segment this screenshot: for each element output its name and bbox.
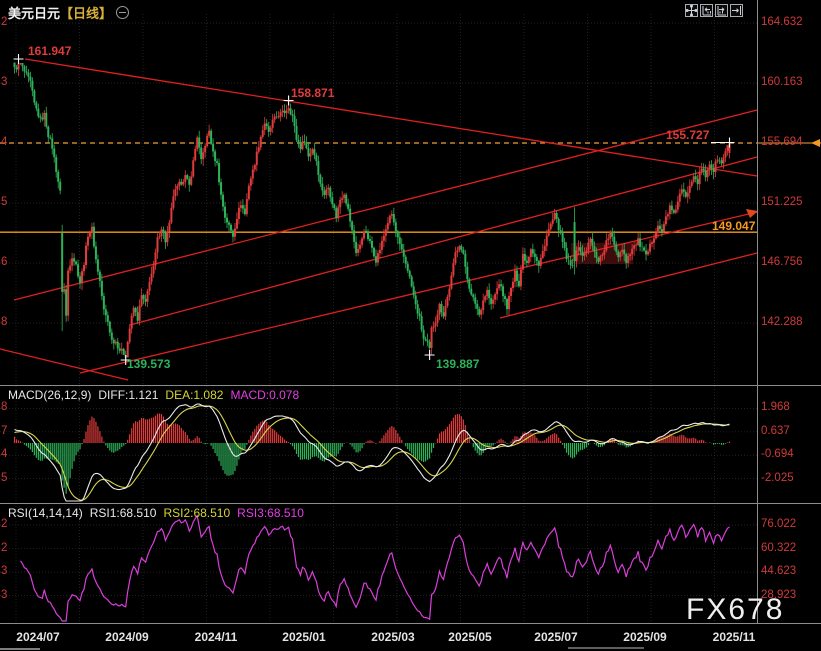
macd-axis-left-digit: 7 [1,425,7,437]
period-tag: 【日线】 [60,6,112,21]
price-axis-left-digit: 8 [1,316,7,328]
jump-to-latest-icon[interactable] [730,4,743,17]
x-axis-date-label: 2025/11 [703,630,765,644]
rsi3-value: RSI3:68.510 [237,506,304,520]
macd-axis-left-digit: 5 [1,472,7,484]
scroll-left-icon[interactable] [700,4,713,17]
x-axis-date-label: 2024/07 [7,630,69,644]
macd-axis-label: 0.637 [761,425,790,437]
rsi-params-label: RSI(14,14,14) [8,506,83,520]
price-axis-label: 151.225 [761,196,803,208]
macd-diff-value: DIFF:1.121 [98,388,158,402]
price-axis-left-digit: 2 [1,16,7,28]
price-axis-label: 164.632 [761,16,803,28]
price-axis-left-digit: 4 [1,136,7,148]
rsi-axis-label: 76.022 [761,518,796,530]
macd-axis-label: 1.968 [761,401,790,413]
chart-toolbar [685,4,743,17]
rsi-axis-label: 28.923 [761,589,796,601]
price-axis-left-digit: 6 [1,256,7,268]
x-axis-date-label: 2025/01 [273,630,335,644]
rsi-axis-left-digit: 3 [1,589,7,601]
price-axis-label: 142.288 [761,316,803,328]
macd-axis-label: -0.694 [761,448,794,460]
price-annotation: 139.887 [436,357,479,371]
pan-crosshair-icon[interactable] [685,4,698,17]
chart-title: 美元日元【日线】 [8,3,129,22]
macd-dea-value: DEA:1.082 [165,388,223,402]
macd-axis-left-digit: 8 [1,401,7,413]
rsi1-value: RSI1:68.510 [90,506,157,520]
scrollbar-thumb-left[interactable] [0,648,40,650]
price-axis-left-digit: 3 [1,76,7,88]
price-axis-label: 146.756 [761,256,803,268]
rsi-indicator-row: RSI(14,14,14) RSI1:68.510 RSI2:68.510 RSI3:… [8,506,311,520]
macd-axis-left-digit: 4 [1,448,7,460]
symbol-title: 美元日元 [8,6,60,21]
price-annotation: 158.871 [291,86,334,100]
price-axis-left-digit: 5 [1,196,7,208]
price-annotation: 155.727 [666,128,709,142]
price-axis-label: 160.163 [761,76,803,88]
rsi-axis-label: 60.322 [761,542,796,554]
chart-window: 美元日元【日线】 MACD(26,12,9) DIFF:1.121 DEA:1.08… [0,0,821,651]
zoom-out-icon[interactable] [116,6,129,19]
chart-canvas[interactable] [0,0,821,651]
x-axis-date-label: 2025/07 [525,630,587,644]
rsi-axis-left-digit: 2 [1,542,7,554]
price-axis-label: 155.694 [761,136,803,148]
x-axis-date-label: 2025/09 [614,630,676,644]
rsi2-value: RSI2:68.510 [163,506,230,520]
price-annotation: 149.047 [712,219,755,233]
rsi-axis-left-digit: 3 [1,565,7,577]
x-axis-date-label: 2024/11 [185,630,247,644]
price-annotation: 139.573 [127,357,170,371]
macd-macd-value: MACD:0.078 [230,388,299,402]
macd-params-label: MACD(26,12,9) [8,388,91,402]
price-annotation: 161.947 [28,44,71,58]
x-axis-date-label: 2025/05 [439,630,501,644]
rsi-axis-label: 44.623 [761,565,796,577]
x-axis-date-label: 2024/09 [96,630,158,644]
rsi-axis-left-digit: 2 [1,518,7,530]
scrollbar-thumb-mid[interactable] [568,647,644,649]
macd-axis-label: -2.025 [761,472,794,484]
scroll-right-icon[interactable] [715,4,728,17]
macd-indicator-row: MACD(26,12,9) DIFF:1.121 DEA:1.082 MACD:0.0… [8,388,306,402]
x-axis-date-label: 2025/03 [362,630,424,644]
